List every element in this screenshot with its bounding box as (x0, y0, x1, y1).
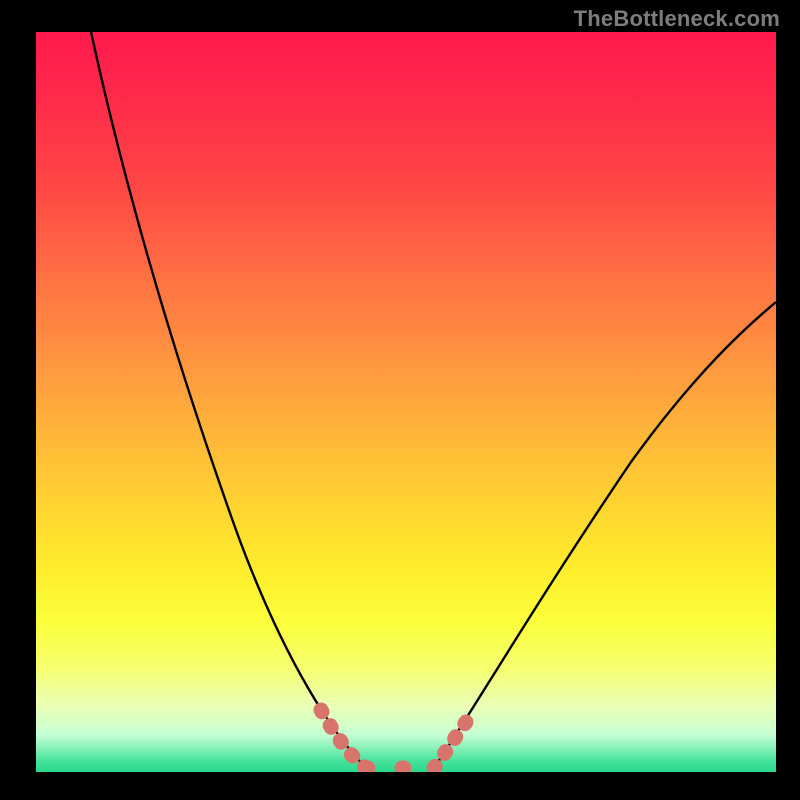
left-curve (91, 32, 366, 768)
left-marker-band (321, 710, 366, 768)
chart-frame: TheBottleneck.com (0, 0, 800, 800)
right-curve (434, 302, 776, 768)
watermark-text: TheBottleneck.com (574, 6, 780, 32)
curve-layer (36, 32, 776, 772)
